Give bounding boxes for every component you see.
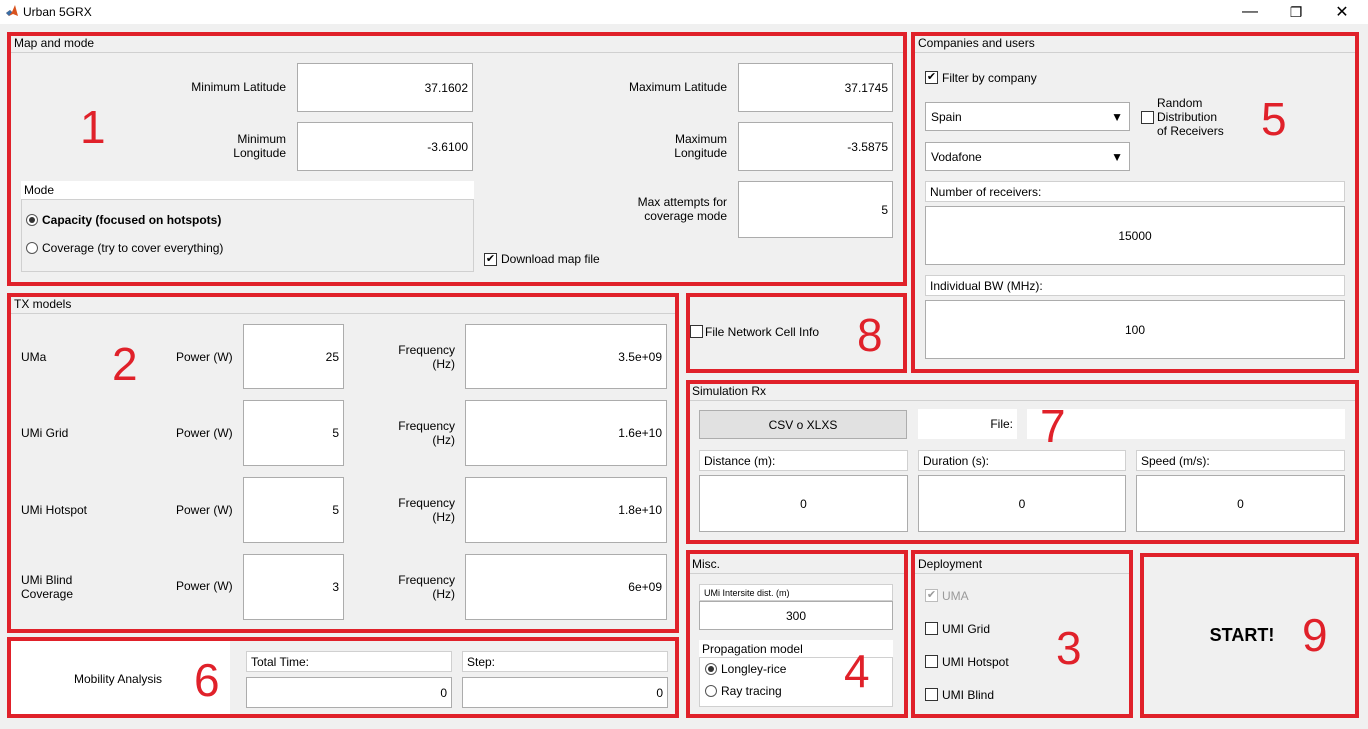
annotation-box-7	[686, 380, 1359, 544]
annotation-box-5	[911, 32, 1359, 373]
annotation-box-6	[7, 637, 679, 718]
annotation-box-4	[686, 550, 908, 718]
title-bar	[0, 0, 1368, 24]
annotation-box-2	[7, 293, 679, 633]
annotation-box-8	[686, 293, 907, 373]
close-button[interactable]: ✕	[1319, 0, 1365, 24]
annotation-box-3	[911, 550, 1133, 718]
matlab-logo-icon	[5, 4, 19, 18]
annotation-box-9	[1140, 553, 1359, 718]
restore-button[interactable]: ❐	[1273, 0, 1319, 24]
minimize-button[interactable]: —	[1227, 0, 1273, 24]
window-title: Urban 5GRX	[23, 5, 92, 19]
annotation-box-1	[7, 32, 907, 286]
